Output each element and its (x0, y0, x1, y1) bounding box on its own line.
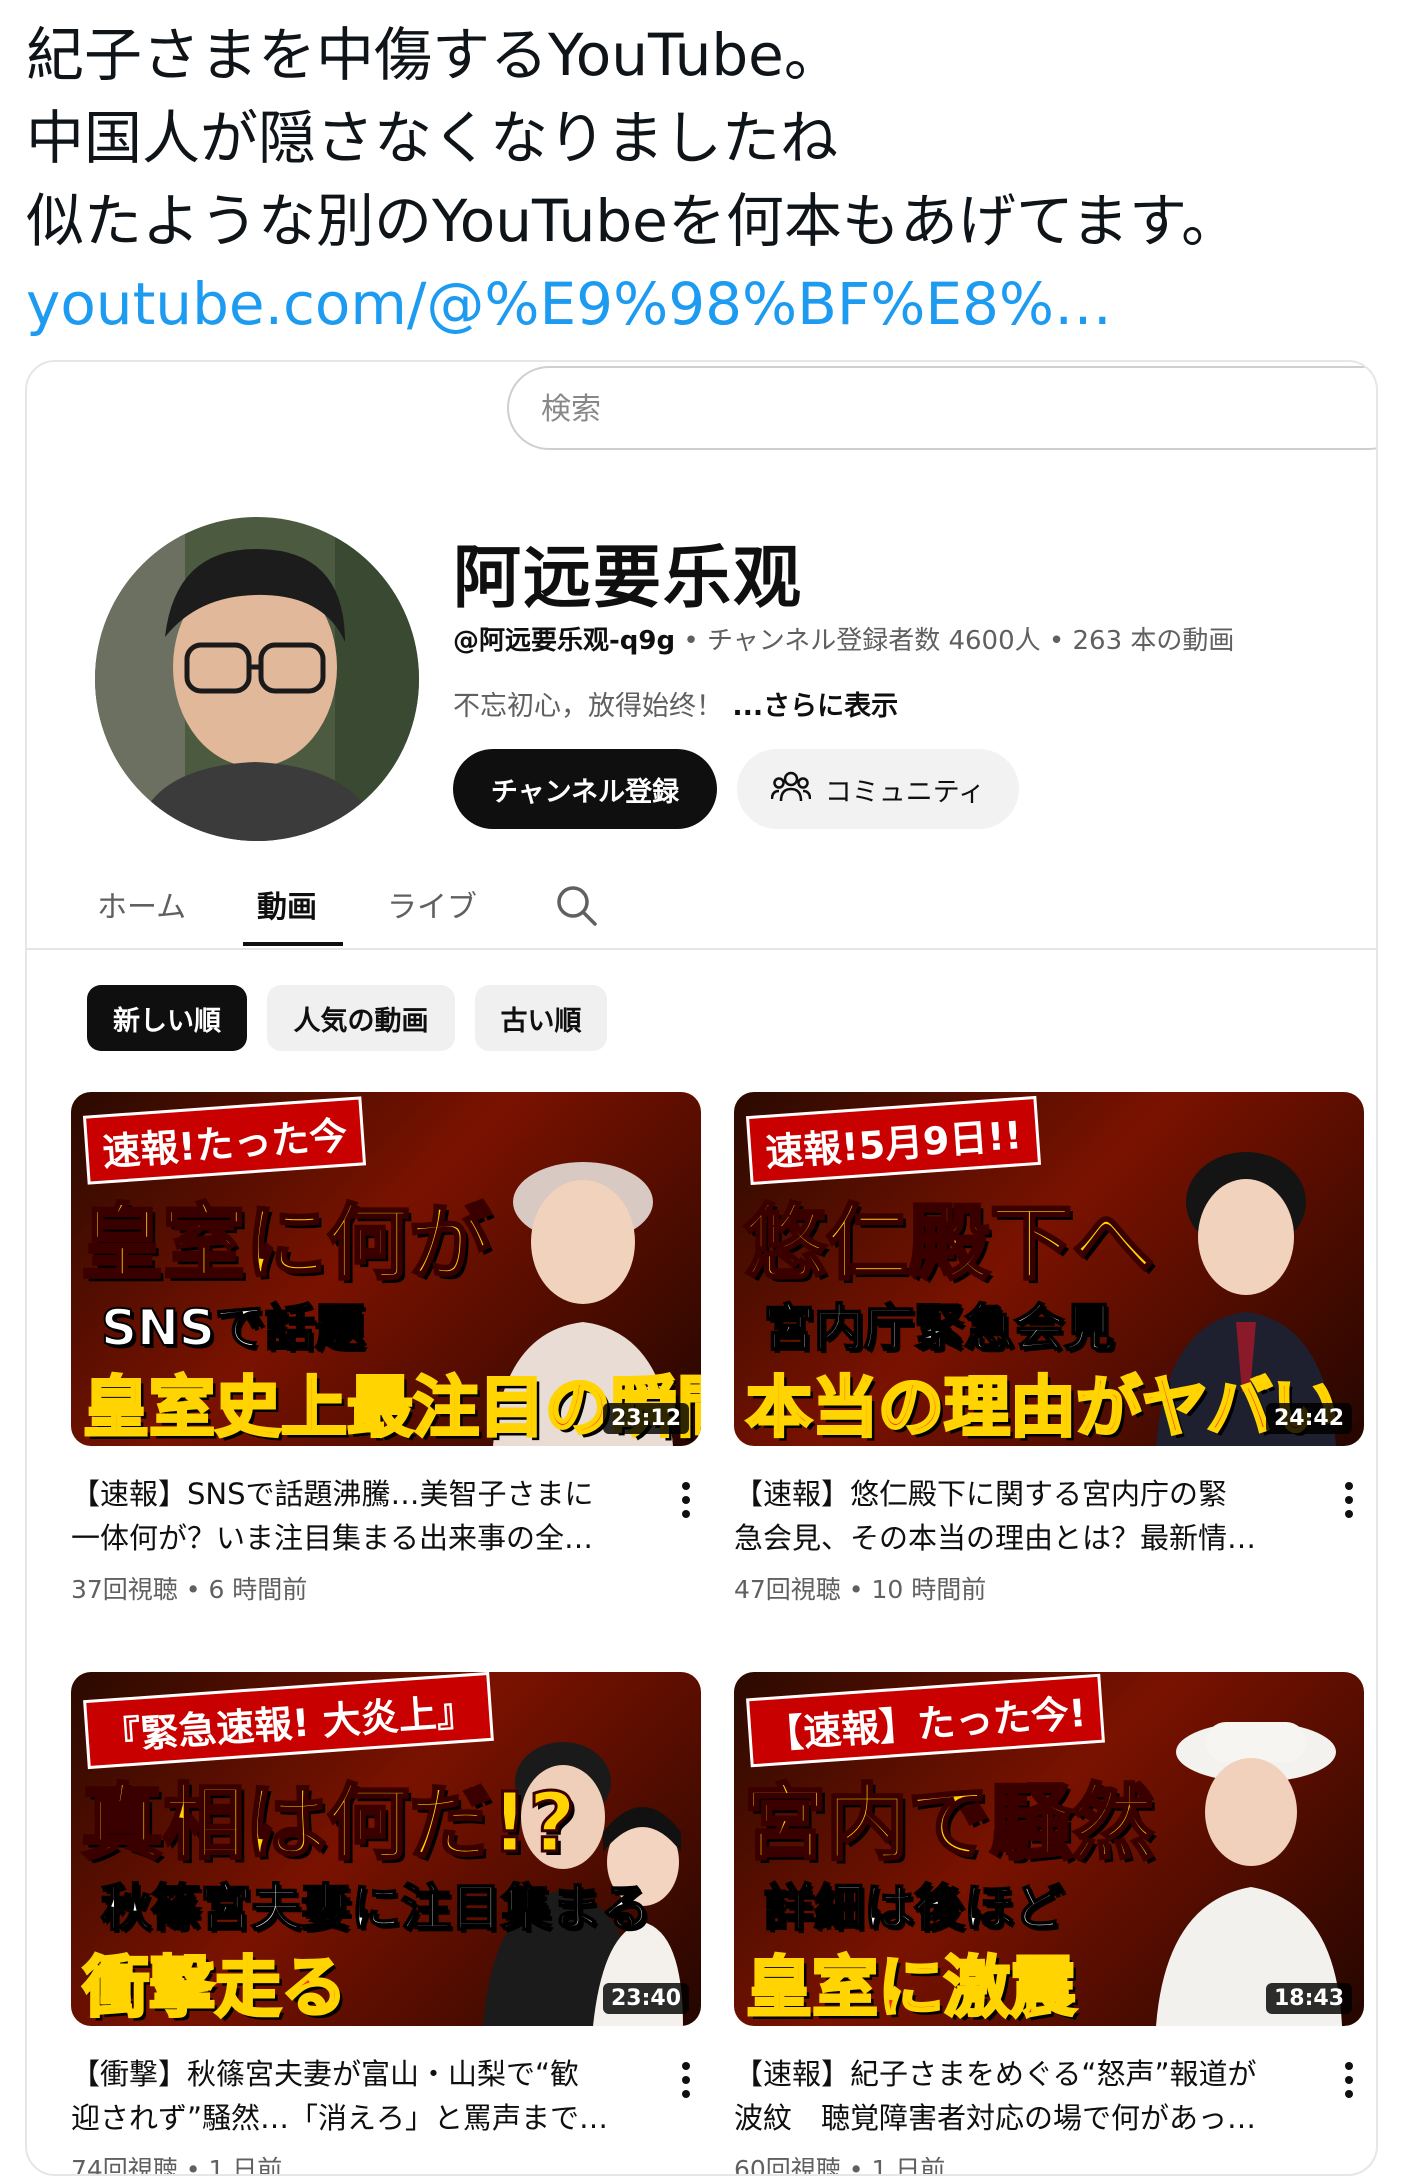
video-card[interactable]: 速報!5月9日!! 悠仁殿下へ 宮内庁緊急会見 本当の理由がヤバい 24:42 … (734, 1092, 1364, 1606)
channel-handle: @阿远要乐观-q9g (453, 626, 676, 656)
avatar[interactable] (95, 517, 419, 841)
channel-tabs: ホーム 動画 ライブ (27, 862, 1376, 950)
thumbnail-caption: 衝撃走る (82, 1948, 349, 2027)
video-title[interactable]: 【速報】紀子さまをめぐる“怒声”報道が 波紋 聴覚障害者対応の場で何があっ… (734, 2052, 1294, 2140)
thumbnail-subhead: 宮内庁緊急会見 (763, 1298, 1115, 1358)
video-duration: 23:40 (602, 1983, 689, 2014)
tab-live[interactable]: ライブ (387, 882, 477, 926)
chip-popular[interactable]: 人気の動画 (267, 985, 455, 1051)
video-title-line: 一体何が？いま注目集まる出来事の全… (71, 1521, 594, 1555)
tweet-line: 紀子さまを中傷するYouTube。 (26, 21, 842, 89)
video-meta: 37回視聴 • 6 時間前 (71, 1575, 308, 1604)
thumbnail-headline: 真相は何だ!? (80, 1775, 578, 1873)
video-card[interactable]: 【速報】たった今! 宮内で騒然 詳細は後ほど 皇室に激震 18:43 【速報】紀… (734, 1672, 1364, 2176)
community-icon (770, 769, 812, 810)
video-thumbnail[interactable]: 『緊急速報! 大炎上』 真相は何だ!? 秋篠宮夫妻に注目集まる 衝撃走る 23:… (71, 1672, 701, 2026)
video-title[interactable]: 【速報】SNSで話題沸騰…美智子さまに 一体何が？いま注目集まる出来事の全… (71, 1472, 631, 1560)
channel-description[interactable]: 不忘初心，放得始终！ ...さらに表示 (453, 684, 898, 723)
thumbnail-tag: 速報!たった今 (82, 1096, 367, 1185)
video-title-line: 波紋 聴覚障害者対応の場で何があっ… (734, 2101, 1257, 2135)
video-title-line: 【衝撃】秋篠宮夫妻が富山・山梨で“歓 (71, 2057, 580, 2091)
thumbnail-headline: 悠仁殿下へ (742, 1195, 1155, 1293)
channel-meta: @阿远要乐观-q9g • チャンネル登録者数 4600人 • 263 本の動画 (453, 620, 1234, 657)
channel-name: 阿远要乐观 (453, 538, 804, 618)
active-tab-indicator (243, 942, 343, 946)
video-title-line: 【速報】悠仁殿下に関する宮内庁の緊 (734, 1477, 1228, 1511)
video-duration: 24:42 (1265, 1403, 1352, 1434)
thumbnail-caption: 本当の理由がヤバい (745, 1368, 1341, 1447)
video-title-line: 【速報】紀子さまをめぐる“怒声”報道が (734, 2057, 1257, 2091)
video-title-line: 【速報】SNSで話題沸騰…美智子さまに (71, 1477, 594, 1511)
subscribe-button[interactable]: チャンネル登録 (453, 749, 717, 829)
youtube-channel-card[interactable]: 阿远要乐观 @阿远要乐观-q9g • チャンネル登録者数 4600人 • 263… (25, 360, 1378, 2176)
thumbnail-headline: 宮内で騒然 (742, 1775, 1155, 1873)
tweet-line: 似たような別のYouTubeを何本もあげてます。 (26, 187, 1240, 255)
thumbnail-tag: 速報!5月9日!! (745, 1095, 1041, 1186)
community-label: コミュニティ (824, 776, 986, 808)
video-thumbnail[interactable]: 速報!5月9日!! 悠仁殿下へ 宮内庁緊急会見 本当の理由がヤバい 24:42 (734, 1092, 1364, 1446)
video-thumbnail[interactable]: 速報!たった今 皇室に何が SNSで話題 皇室史上最注目の瞬間 23:12 (71, 1092, 701, 1446)
more-options-icon[interactable] (671, 2052, 701, 2112)
video-thumbnail[interactable]: 【速報】たった今! 宮内で騒然 詳細は後ほど 皇室に激震 18:43 (734, 1672, 1364, 2026)
thumbnail-person (1156, 1722, 1342, 2026)
chip-newest[interactable]: 新しい順 (87, 985, 247, 1051)
thumbnail-tag: 【速報】たった今! (746, 1673, 1106, 1768)
video-title[interactable]: 【速報】悠仁殿下に関する宮内庁の緊 急会見、その本当の理由とは？最新情… (734, 1472, 1294, 1560)
community-button[interactable]: コミュニティ (737, 749, 1019, 829)
search-input[interactable] (539, 386, 1243, 432)
video-title[interactable]: 【衝撃】秋篠宮夫妻が富山・山梨で“歓 迎されず”騒然…「消えろ」と罵声まで… (71, 2052, 631, 2140)
channel-stats: • チャンネル登録者数 4600人 • 263 本の動画 (675, 626, 1235, 656)
thumbnail-subhead: 秋篠宮夫妻に注目集まる (100, 1878, 652, 1938)
video-duration: 23:12 (602, 1403, 689, 1434)
video-card[interactable]: 速報!たった今 皇室に何が SNSで話題 皇室史上最注目の瞬間 23:12 【速… (71, 1092, 701, 1606)
thumbnail-caption: 皇室に激震 (745, 1948, 1078, 2027)
description-text: 不忘初心，放得始终！ (453, 691, 723, 722)
video-card[interactable]: 『緊急速報! 大炎上』 真相は何だ!? 秋篠宮夫妻に注目集まる 衝撃走る 23:… (71, 1672, 701, 2176)
tweet-line: 中国人が隠さなくなりましたね (26, 104, 839, 172)
tweet-link[interactable]: youtube.com/@%E9%98%BF%E8%… (26, 263, 1406, 346)
video-meta: 47回視聴 • 10 時間前 (734, 1575, 987, 1604)
more-options-icon[interactable] (1334, 2052, 1364, 2112)
thumbnail-headline: 皇室に何が (79, 1195, 492, 1293)
tweet-text: 紀子さまを中傷するYouTube。 中国人が隠さなくなりましたね 似たような別の… (26, 14, 1406, 346)
video-title-line: 急会見、その本当の理由とは？最新情… (734, 1521, 1257, 1555)
thumbnail-subhead: SNSで話題 (100, 1298, 366, 1358)
video-meta: 60回視聴 • 1 日前 (734, 2155, 946, 2176)
search-icon[interactable] (555, 884, 599, 932)
show-more-link[interactable]: ...さらに表示 (723, 691, 898, 722)
more-options-icon[interactable] (671, 1472, 701, 1532)
video-title-line: 迎されず”騒然…「消えろ」と罵声まで… (71, 2101, 609, 2135)
video-meta: 74回視聴 • 1 日前 (71, 2155, 283, 2176)
search-box[interactable] (507, 366, 1376, 450)
video-duration: 18:43 (1265, 1983, 1352, 2014)
thumbnail-tag: 『緊急速報! 大炎上』 (83, 1672, 494, 1770)
chip-oldest[interactable]: 古い順 (475, 985, 607, 1051)
more-options-icon[interactable] (1334, 1472, 1364, 1532)
thumbnail-subhead: 詳細は後ほど (763, 1878, 1065, 1938)
tab-videos[interactable]: 動画 (257, 882, 317, 926)
tab-home[interactable]: ホーム (97, 882, 186, 926)
